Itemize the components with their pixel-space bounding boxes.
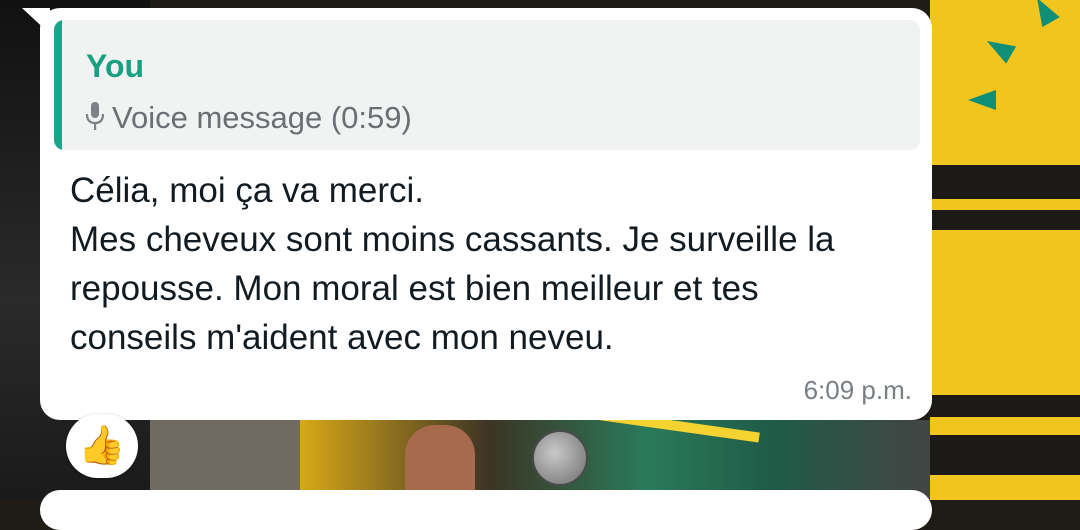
next-message-bubble[interactable] bbox=[40, 490, 932, 530]
mic-icon bbox=[84, 100, 106, 134]
wallpaper-stripe bbox=[930, 210, 1080, 230]
wallpaper-ground bbox=[150, 420, 310, 500]
quoted-author: You bbox=[86, 48, 145, 84]
thumbs-up-icon: 👍 bbox=[78, 425, 126, 467]
quoted-content: Voice message (0:59) bbox=[84, 100, 412, 134]
wallpaper-photo-bottom bbox=[300, 420, 930, 500]
wallpaper-stripe bbox=[930, 435, 1080, 475]
wallpaper-hand bbox=[405, 425, 475, 500]
message-timestamp: 6:09 p.m. bbox=[803, 375, 912, 405]
message-bubble[interactable]: You Voice message (0:59) Célia, moi ça v… bbox=[40, 8, 932, 420]
wallpaper-yellow-bus bbox=[930, 0, 1080, 500]
quote-accent-bar bbox=[54, 20, 62, 150]
quoted-text: Voice message (0:59) bbox=[112, 99, 412, 135]
message-text: Célia, moi ça va merci. Mes cheveux sont… bbox=[70, 171, 835, 357]
wallpaper-stripe bbox=[930, 165, 1080, 199]
quoted-message[interactable]: You Voice message (0:59) bbox=[54, 20, 920, 150]
wallpaper-stripe bbox=[930, 395, 1080, 417]
reaction-badge[interactable]: 👍 bbox=[66, 414, 138, 478]
wallpaper-medal bbox=[532, 430, 588, 486]
wallpaper-triangle bbox=[968, 90, 996, 110]
